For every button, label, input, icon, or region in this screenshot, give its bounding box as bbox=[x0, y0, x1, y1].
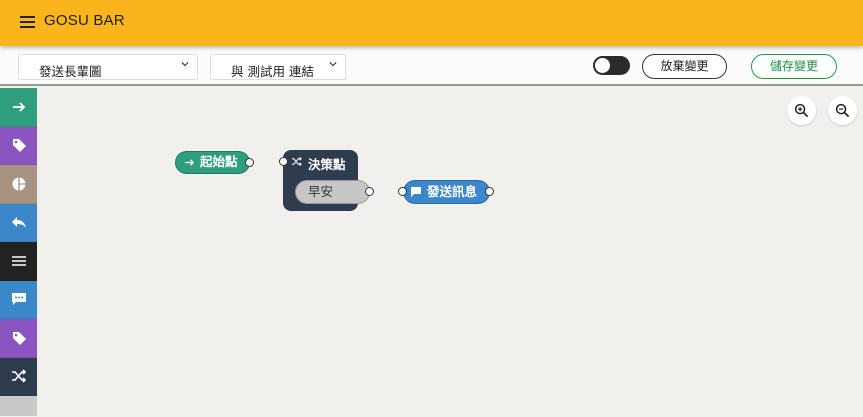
send-message-node-label: 發送訊息 bbox=[427, 184, 478, 199]
arrow-right-icon bbox=[184, 159, 195, 166]
chat-icon bbox=[411, 187, 421, 197]
send-message-output-port[interactable] bbox=[485, 187, 494, 196]
flow-select-value: 發送長輩圖 bbox=[39, 64, 102, 79]
save-changes-button[interactable]: 儲存變更 bbox=[751, 54, 837, 79]
start-node-output-port[interactable] bbox=[245, 158, 254, 167]
palette-message-item[interactable] bbox=[0, 280, 37, 319]
palette-reply-item[interactable] bbox=[0, 203, 37, 242]
palette-tag-item[interactable] bbox=[0, 126, 37, 165]
shuffle-icon bbox=[291, 156, 302, 167]
toolbar: 發送長輩圖 與 測試用 連結 放棄變更 儲存變更 bbox=[0, 46, 863, 86]
arrow-right-icon bbox=[12, 102, 25, 112]
send-message-input-port[interactable] bbox=[398, 187, 407, 196]
toggle-knob bbox=[595, 58, 610, 73]
send-message-node[interactable]: 發送訊息 bbox=[403, 180, 490, 204]
shuffle-icon bbox=[11, 369, 26, 383]
zoom-in-button[interactable] bbox=[787, 96, 816, 125]
palette-decision-item[interactable] bbox=[0, 357, 37, 396]
toggle-switch[interactable] bbox=[593, 56, 630, 75]
tag-icon bbox=[12, 139, 26, 153]
start-node[interactable]: 起始點 bbox=[175, 151, 250, 174]
decision-node-input-port[interactable] bbox=[279, 157, 288, 166]
palette-text-item[interactable] bbox=[0, 242, 37, 281]
discard-changes-button[interactable]: 放棄變更 bbox=[642, 54, 727, 79]
reply-icon bbox=[11, 217, 26, 229]
link-select-value: 與 測試用 連結 bbox=[231, 64, 314, 79]
palette-analytics-item[interactable] bbox=[0, 165, 37, 204]
tag-icon bbox=[12, 331, 26, 345]
decision-option-output-port[interactable] bbox=[365, 187, 374, 196]
start-node-label: 起始點 bbox=[200, 154, 238, 169]
flow-select[interactable]: 發送長輩圖 bbox=[18, 54, 198, 80]
palette-tag-item-2[interactable] bbox=[0, 319, 37, 358]
palette-start-item[interactable] bbox=[0, 88, 37, 127]
hamburger-menu-icon[interactable] bbox=[20, 16, 35, 29]
app-title: GOSU BAR bbox=[44, 12, 125, 29]
pie-chart-icon bbox=[12, 177, 25, 191]
node-palette-sidebar bbox=[0, 88, 37, 417]
zoom-out-icon bbox=[835, 103, 850, 118]
flow-canvas[interactable] bbox=[37, 88, 863, 417]
decision-option[interactable]: 早安 bbox=[295, 180, 370, 204]
chat-dots-icon bbox=[11, 293, 26, 306]
zoom-in-icon bbox=[794, 103, 809, 118]
lines-icon bbox=[11, 255, 26, 266]
chevron-down-icon bbox=[181, 62, 189, 67]
sidebar-spacer bbox=[0, 396, 37, 416]
link-select[interactable]: 與 測試用 連結 bbox=[210, 54, 346, 80]
app-bar: GOSU BAR bbox=[0, 0, 863, 46]
zoom-out-button[interactable] bbox=[828, 96, 857, 125]
decision-node-label: 決策點 bbox=[308, 157, 346, 172]
chevron-down-icon bbox=[329, 62, 337, 67]
